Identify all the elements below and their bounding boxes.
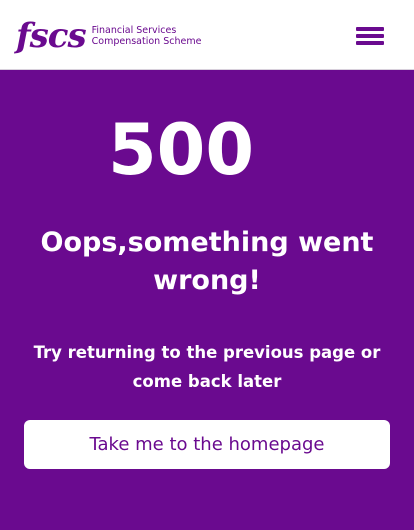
site-header: fscs Financial Services Compensation Sch… [0,0,414,70]
logo-text-line-1: Financial Services [91,25,177,36]
logo-mark: fscs [16,16,87,56]
homepage-button[interactable]: Take me to the homepage [24,420,390,469]
menu-bar [356,27,384,31]
logo-text: Financial Services Compensation Scheme [92,25,202,47]
menu-bar [356,41,384,45]
error-code: 500 [107,109,255,191]
menu-bar [356,34,384,38]
error-message: Try returning to the previous page or co… [33,343,381,391]
logo-text-line-2: Compensation Scheme [91,36,202,47]
error-title: Oops,something went wrong! [40,227,374,296]
fscs-logo[interactable]: fscs Financial Services Compensation Sch… [16,18,201,54]
error-panel: 500 Oops,something went wrong! Try retur… [0,70,414,530]
hamburger-menu-icon[interactable] [354,24,386,46]
